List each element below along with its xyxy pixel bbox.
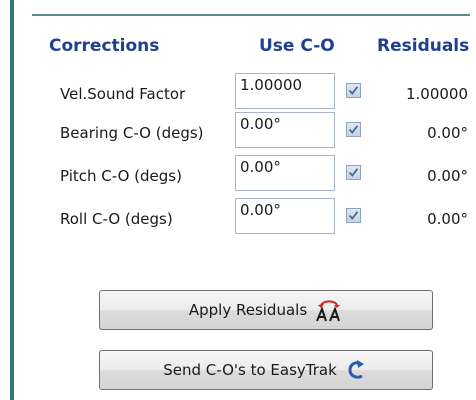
panel-accent-bar: [10, 0, 14, 400]
panel-top-divider: [32, 14, 470, 16]
apply-residuals-button[interactable]: Apply Residuals: [99, 290, 433, 330]
pitch-co-residual: 0.00°: [427, 167, 468, 185]
send-co-to-easytrak-button[interactable]: Send C-O's to EasyTrak: [99, 350, 433, 390]
pitch-co-label: Pitch C-O (degs): [60, 167, 182, 185]
bearing-co-input[interactable]: [235, 112, 335, 148]
apply-residuals-label: Apply Residuals: [188, 301, 308, 319]
apply-residuals-icon: [315, 297, 343, 323]
checkmark-icon: [348, 211, 359, 220]
refresh-arrow-icon: [345, 358, 369, 382]
roll-co-input[interactable]: [235, 198, 335, 234]
roll-co-residual: 0.00°: [427, 210, 468, 228]
bearing-co-residual: 0.00°: [427, 124, 468, 142]
bearing-co-use-checkbox[interactable]: [346, 122, 361, 137]
checkmark-icon: [348, 168, 359, 177]
vel-sound-factor-label: Vel.Sound Factor: [60, 85, 186, 103]
checkmark-icon: [348, 86, 359, 95]
pitch-co-input[interactable]: [235, 155, 335, 191]
send-co-label: Send C-O's to EasyTrak: [163, 361, 337, 379]
left-edge: [0, 0, 10, 400]
bearing-co-label: Bearing C-O (degs): [60, 124, 204, 142]
use-co-header: Use C-O: [259, 36, 335, 56]
vel-sound-factor-use-checkbox[interactable]: [346, 83, 361, 98]
vel-sound-factor-residual: 1.00000: [405, 85, 468, 103]
vel-sound-factor-input[interactable]: [235, 73, 335, 109]
corrections-header: Corrections: [49, 36, 160, 56]
pitch-co-use-checkbox[interactable]: [346, 165, 361, 180]
checkmark-icon: [348, 125, 359, 134]
residuals-header: Residuals: [377, 36, 470, 56]
roll-co-use-checkbox[interactable]: [346, 208, 361, 223]
roll-co-label: Roll C-O (degs): [60, 210, 173, 228]
